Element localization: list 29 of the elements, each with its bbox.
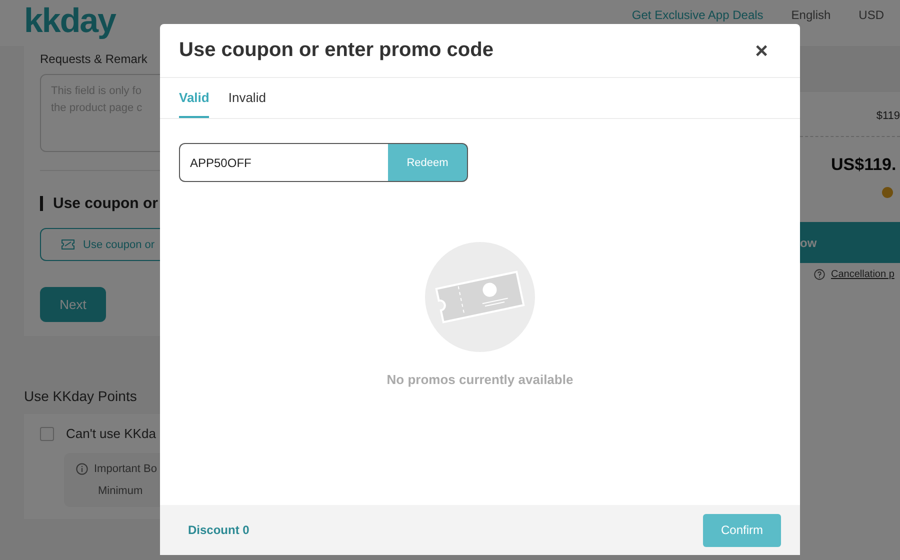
section-title: Use KKday Points (24, 388, 138, 404)
ticket-icon (425, 242, 535, 352)
total-price: US$119. (831, 155, 898, 175)
heading-bar (40, 196, 43, 211)
subtotal-price: $119 (876, 110, 900, 122)
tab[interactable]: Invalid (228, 78, 266, 118)
help-icon (814, 269, 825, 280)
close-button[interactable]: × (755, 40, 768, 62)
empty-message: No promos currently available (386, 372, 574, 387)
notice-item: Minimum (97, 485, 144, 497)
checkbox-label: Can't use KKda (66, 426, 156, 441)
discount-label: Discount 0 (188, 523, 250, 537)
ticket-icon (61, 239, 75, 250)
confirm-button[interactable]: Confirm (703, 514, 781, 546)
coupon-heading: Use coupon or (53, 195, 158, 212)
checkbox[interactable] (40, 426, 54, 440)
tab[interactable]: Valid (179, 78, 210, 118)
logo[interactable]: kkday (24, 2, 116, 40)
dialog-title: Use coupon or enter promo code (179, 39, 494, 62)
cancellation-link[interactable]: Cancellation p (831, 269, 894, 280)
info-icon (76, 463, 88, 475)
language-selector[interactable]: English (791, 8, 831, 22)
currency-selector[interactable]: USD (858, 8, 884, 22)
app-deals-link[interactable]: Get Exclusive App Deals (632, 8, 764, 22)
next-button[interactable]: Next (40, 287, 106, 322)
notice-title: Important Bo (94, 463, 157, 475)
remarks-label: Requests & Remark (40, 52, 148, 66)
coin-icon (882, 187, 893, 198)
book-button[interactable]: ow (800, 222, 900, 263)
